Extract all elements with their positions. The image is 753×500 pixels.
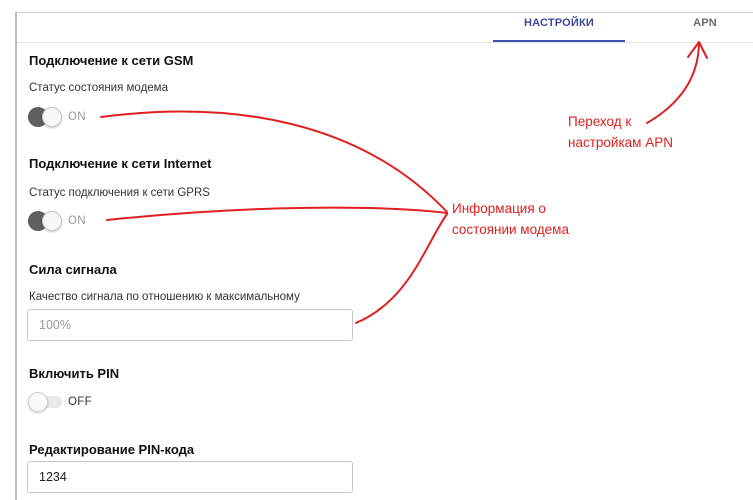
arrow-head-apn bbox=[687, 41, 708, 59]
pin-section-title: Включить PIN bbox=[29, 366, 120, 381]
gsm-section-title: Подключение к сети GSM bbox=[29, 53, 194, 68]
modem-status-label: Статус состояния модема bbox=[29, 82, 168, 94]
arrow-line-signal-field bbox=[355, 213, 448, 324]
tab-apn[interactable]: APN bbox=[660, 16, 750, 42]
modem-annotation-line1: Информация о bbox=[452, 201, 546, 216]
gprs-status-state: ON bbox=[68, 215, 86, 227]
tab-active-indicator bbox=[493, 40, 625, 42]
internet-section-title: Подключение к сети Internet bbox=[29, 156, 212, 171]
frame-top-border bbox=[15, 12, 753, 13]
frame-left-border bbox=[15, 12, 17, 500]
tab-settings[interactable]: НАСТРОЙКИ bbox=[493, 16, 625, 42]
annotation-arrows bbox=[100, 41, 708, 324]
toggle-knob bbox=[42, 107, 62, 127]
toggle-knob bbox=[28, 392, 48, 412]
modem-status-toggle[interactable] bbox=[28, 107, 62, 127]
modem-status-state: ON bbox=[68, 111, 86, 123]
signal-section-title: Сила сигнала bbox=[29, 262, 117, 277]
pin-toggle[interactable] bbox=[28, 392, 62, 412]
modem-annotation-line2: состоянии модема bbox=[452, 222, 569, 237]
signal-quality-field bbox=[27, 309, 353, 341]
apn-annotation-line2: настройкам APN bbox=[568, 135, 673, 150]
signal-quality-label: Качество сигнала по отношению к максимал… bbox=[29, 291, 300, 303]
gprs-status-label: Статус подключения к сети GPRS bbox=[29, 187, 210, 199]
tab-apn-label: APN bbox=[693, 17, 717, 29]
pin-edit-section-title: Редактирование PIN-кода bbox=[29, 442, 195, 457]
tab-settings-label: НАСТРОЙКИ bbox=[523, 17, 595, 29]
modem-info-annotation: Информация о состоянии модема bbox=[452, 198, 569, 240]
pin-toggle-state: OFF bbox=[68, 396, 92, 408]
apn-annotation: Переход к настройкам APN bbox=[568, 111, 673, 153]
apn-annotation-line1: Переход к bbox=[568, 114, 632, 129]
pin-code-input[interactable] bbox=[27, 461, 353, 493]
arrow-line-gprs-toggle bbox=[106, 206, 448, 221]
tabs-divider bbox=[17, 42, 753, 43]
toggle-knob bbox=[42, 211, 62, 231]
gprs-status-toggle[interactable] bbox=[28, 211, 62, 231]
